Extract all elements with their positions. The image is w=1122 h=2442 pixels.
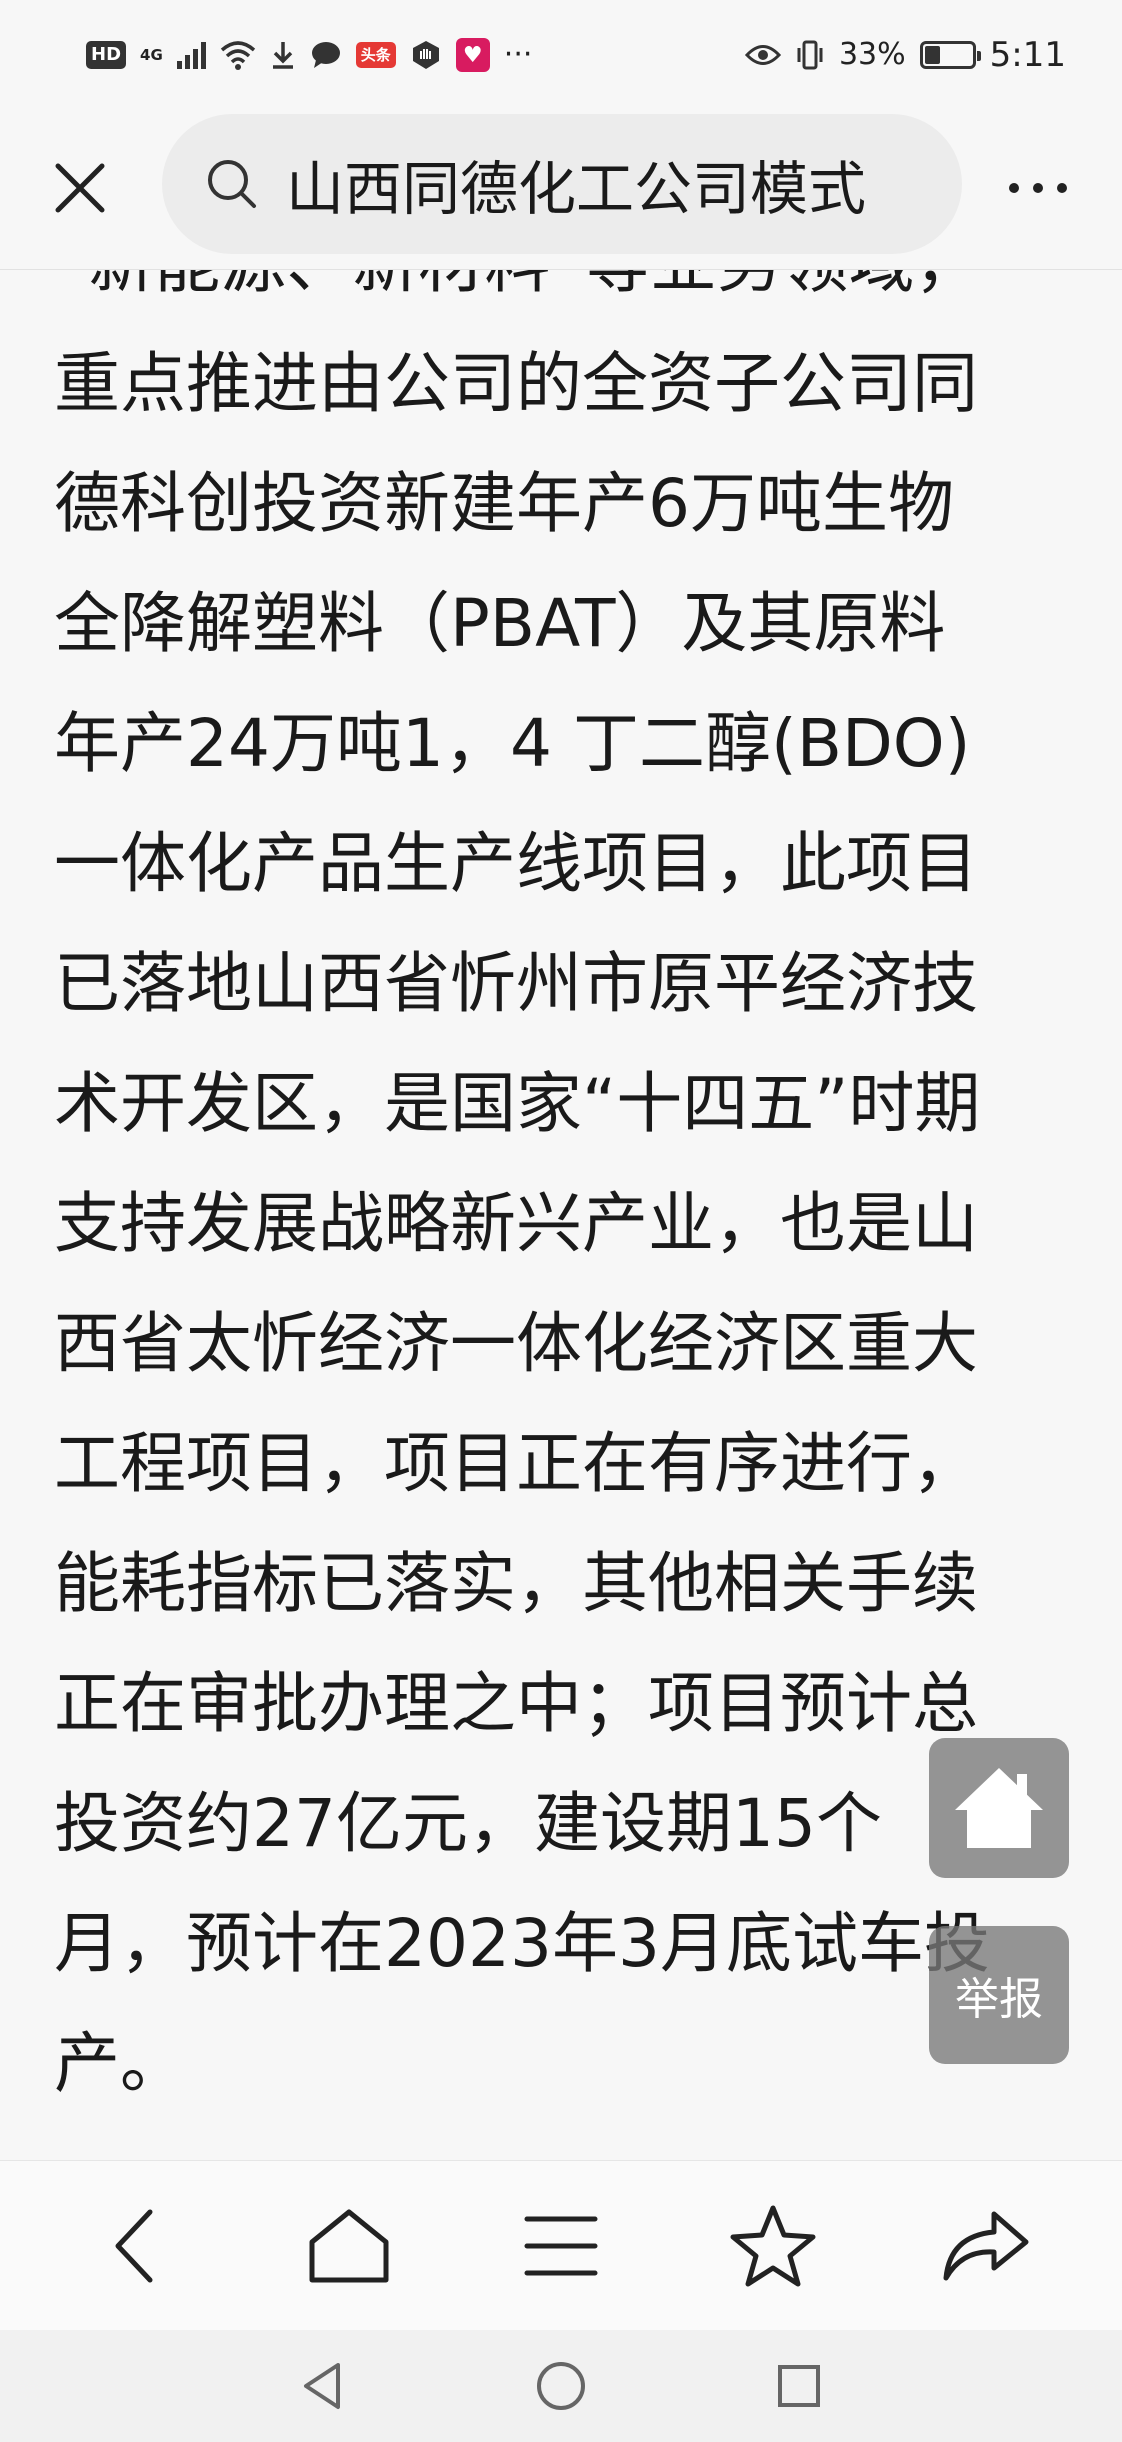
article-line: 术开发区，是国家“十四五”时期 — [54, 1065, 981, 1142]
article-line: 支持发展战略新兴产业，也是山 — [54, 1185, 978, 1262]
home-button[interactable] — [289, 2186, 409, 2306]
top-nav-bar: 山西同德化工公司模式 — [0, 110, 1122, 270]
article-line: 全降解塑料（PBAT）及其原料 — [54, 585, 946, 662]
triangle-back-icon — [304, 2363, 340, 2409]
article-line: 年产24万吨1，4 丁二醇(BDO) — [54, 705, 971, 782]
article-line: “新能源、新材料”等业务领域， — [54, 270, 1094, 324]
battery-fill — [924, 46, 940, 64]
close-icon — [55, 163, 105, 213]
more-dots-icon — [1009, 183, 1067, 193]
share-icon — [943, 2211, 1029, 2280]
heart-app-icon: ♥ — [455, 38, 490, 72]
close-button[interactable] — [40, 148, 120, 228]
system-recents-button[interactable] — [764, 2351, 834, 2421]
eye-icon — [744, 45, 781, 65]
search-icon — [208, 160, 256, 208]
shield-hand-icon — [412, 41, 439, 69]
article-line: 一体化产品生产线项目，此项目 — [54, 825, 978, 902]
home-icon — [955, 1768, 1043, 1848]
home-outline-icon — [309, 2209, 389, 2282]
article-line: 西省太忻经济一体化经济区重大 — [54, 1305, 978, 1382]
battery-level-text: 33% — [838, 37, 906, 72]
status-bar-left: HD 4G 头条 ♥ ··· — [86, 38, 532, 72]
toutiao-badge: 头条 — [355, 42, 396, 68]
battery-icon — [919, 41, 981, 69]
article-line: 德科创投资新建年产6万吨生物 — [54, 465, 954, 542]
article-line: 已落地山西省忻州市原平经济技 — [54, 945, 978, 1022]
status-bar-right: 33% 5:11 — [744, 35, 1066, 75]
network-type: 4G — [140, 46, 163, 64]
menu-icon — [524, 2216, 598, 2275]
more-options-button[interactable] — [988, 148, 1088, 228]
search-bar[interactable]: 山西同德化工公司模式 — [162, 114, 962, 254]
system-nav-bar — [0, 2330, 1122, 2442]
back-button[interactable] — [76, 2186, 196, 2306]
download-icon — [272, 42, 293, 69]
system-home-button[interactable] — [526, 2351, 596, 2421]
circle-home-icon — [537, 2362, 585, 2410]
more-notifications: ··· — [503, 37, 533, 72]
square-recents-icon — [778, 2365, 820, 2407]
hd-badge: HD — [86, 41, 127, 69]
star-icon — [730, 2205, 816, 2286]
signal-icon — [176, 41, 206, 69]
favorite-button[interactable] — [713, 2186, 833, 2306]
chat-bubble-icon — [311, 42, 340, 68]
report-float-button[interactable]: 举报 — [929, 1926, 1069, 2064]
status-bar: HD 4G 头条 ♥ ··· 33% 5:11 — [0, 0, 1122, 110]
bottom-toolbar — [0, 2160, 1122, 2330]
share-button[interactable] — [926, 2186, 1046, 2306]
article-line: 重点推进由公司的全资子公司同 — [54, 345, 978, 422]
article-line: 能耗指标已落实，其他相关手续 — [54, 1545, 978, 1622]
article-line: 工程项目，项目正在有序进行， — [54, 1425, 978, 1502]
search-query[interactable]: 山西同德化工公司模式 — [286, 142, 866, 226]
wifi-icon — [220, 41, 255, 70]
clock: 5:11 — [989, 35, 1066, 75]
home-float-button[interactable] — [929, 1738, 1069, 1878]
system-back-button[interactable] — [288, 2351, 358, 2421]
chevron-left-icon — [115, 2209, 153, 2282]
vibrate-icon — [797, 40, 823, 70]
menu-button[interactable] — [501, 2186, 621, 2306]
report-label: 举报 — [955, 1974, 1043, 2025]
